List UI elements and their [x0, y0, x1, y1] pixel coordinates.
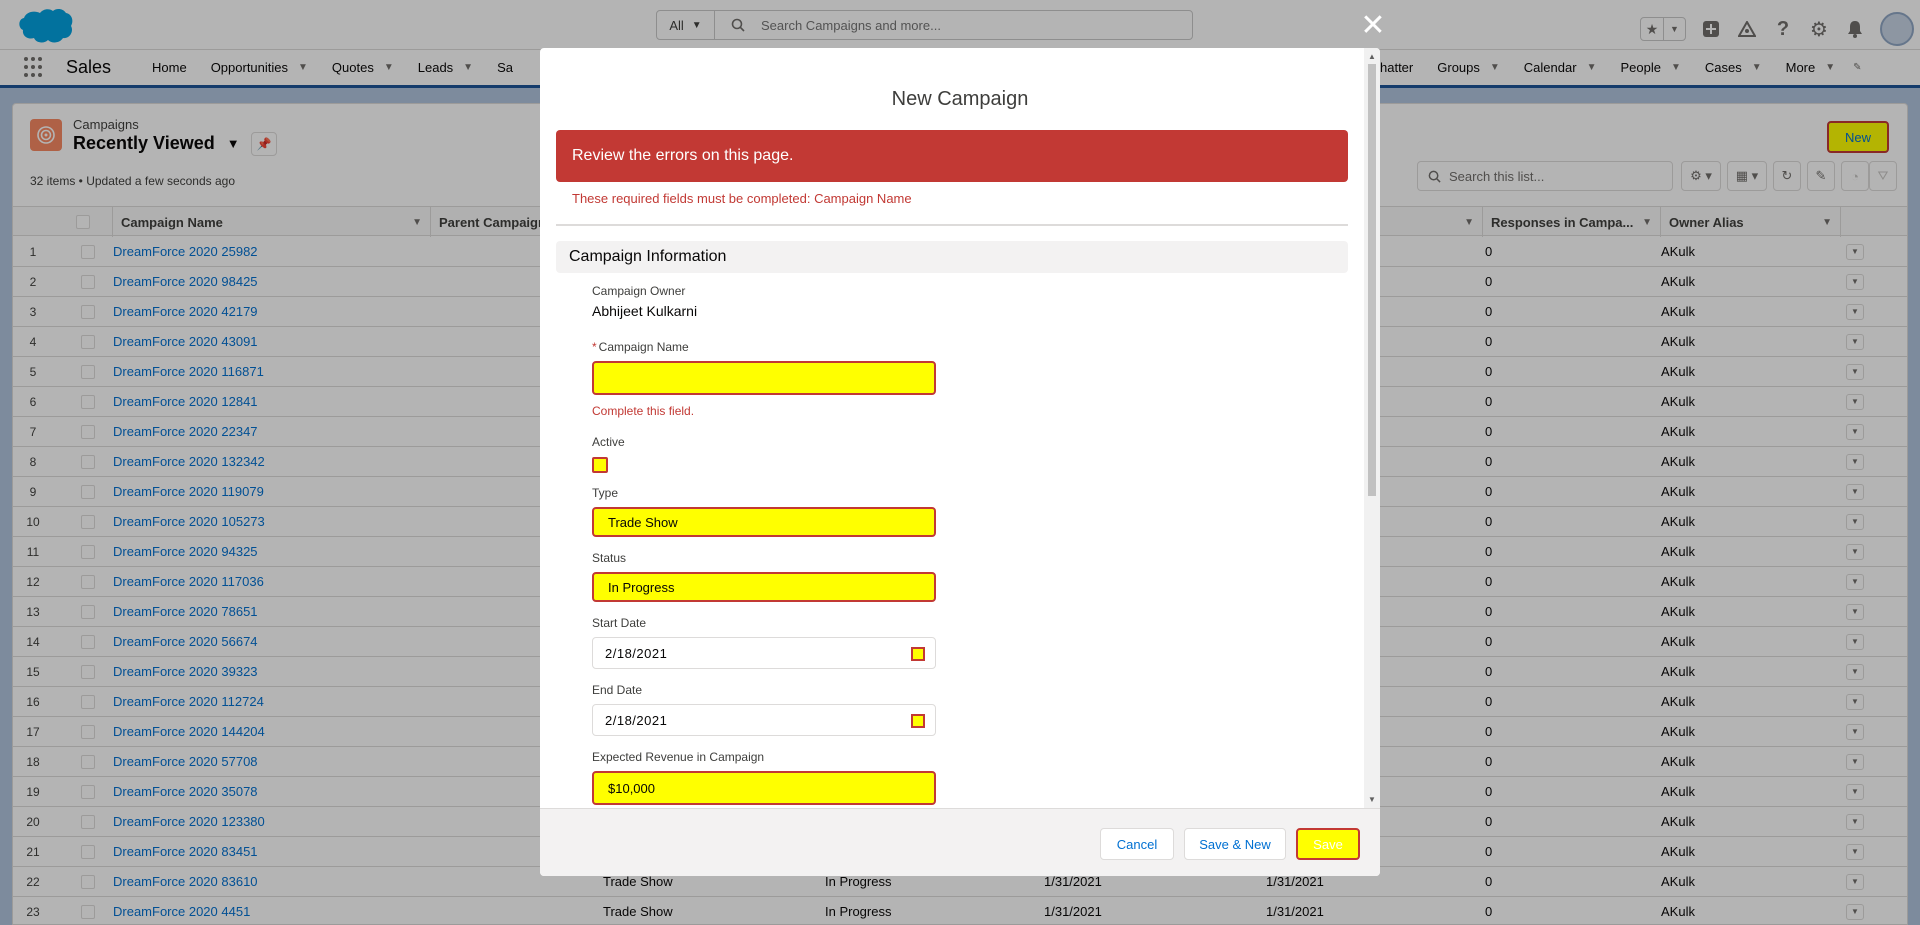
type-label: Type [592, 486, 619, 500]
start-date-value: 2/18/2021 [605, 645, 668, 661]
error-banner-text: Review the errors on this page. [572, 147, 794, 164]
campaign-name-label: * Campaign Name [592, 340, 689, 354]
modal-footer: Cancel Save & New Save [540, 808, 1380, 876]
scrollbar-thumb[interactable] [1368, 64, 1376, 496]
modal-body: New Campaign Review the errors on this p… [540, 48, 1380, 808]
campaign-name-input[interactable] [592, 361, 936, 395]
expected-revenue-input[interactable]: $10,000 [592, 771, 936, 805]
expected-revenue-value: $10,000 [608, 780, 655, 796]
active-label: Active [592, 435, 625, 449]
cancel-button[interactable]: Cancel [1100, 828, 1174, 860]
type-value: Trade Show [608, 514, 678, 530]
start-date-label: Start Date [592, 616, 647, 630]
end-date-label: End Date [592, 683, 643, 697]
campaign-owner-value: Abhijeet Kulkarni [592, 303, 698, 319]
active-checkbox[interactable] [592, 457, 608, 473]
close-icon[interactable]: ✕ [1358, 9, 1388, 42]
status-value: In Progress [608, 579, 675, 595]
end-date-value: 2/18/2021 [605, 712, 668, 728]
save-button[interactable]: Save [1296, 828, 1360, 860]
campaign-owner-label: Campaign Owner [592, 284, 686, 298]
save-and-new-button[interactable]: Save & New [1184, 828, 1286, 860]
new-campaign-modal: New Campaign Review the errors on this p… [540, 48, 1380, 876]
required-fields-error: These required fields must be completed:… [572, 191, 912, 206]
required-indicator: * [592, 340, 597, 354]
error-banner: Review the errors on this page. [556, 130, 1348, 182]
type-select[interactable]: Trade Show [592, 507, 936, 537]
campaign-name-error: Complete this field. [592, 404, 695, 418]
scroll-up-icon[interactable]: ▲ [1368, 52, 1376, 61]
calendar-icon[interactable] [911, 714, 925, 728]
section-header-campaign-information[interactable]: Campaign Information [556, 241, 1348, 273]
scroll-down-icon[interactable]: ▼ [1368, 795, 1376, 804]
start-date-input[interactable]: 2/18/2021 [592, 637, 936, 669]
end-date-input[interactable]: 2/18/2021 [592, 704, 936, 736]
expected-revenue-label: Expected Revenue in Campaign [592, 750, 765, 764]
campaign-name-label-text: Campaign Name [598, 340, 689, 354]
divider [556, 224, 1348, 226]
section-title: Campaign Information [569, 248, 727, 265]
status-label: Status [592, 551, 627, 565]
calendar-icon[interactable] [911, 647, 925, 661]
modal-title: New Campaign [891, 88, 1029, 110]
modal-scrollbar[interactable]: ▲ ▼ [1364, 48, 1380, 808]
status-select[interactable]: In Progress [592, 572, 936, 602]
